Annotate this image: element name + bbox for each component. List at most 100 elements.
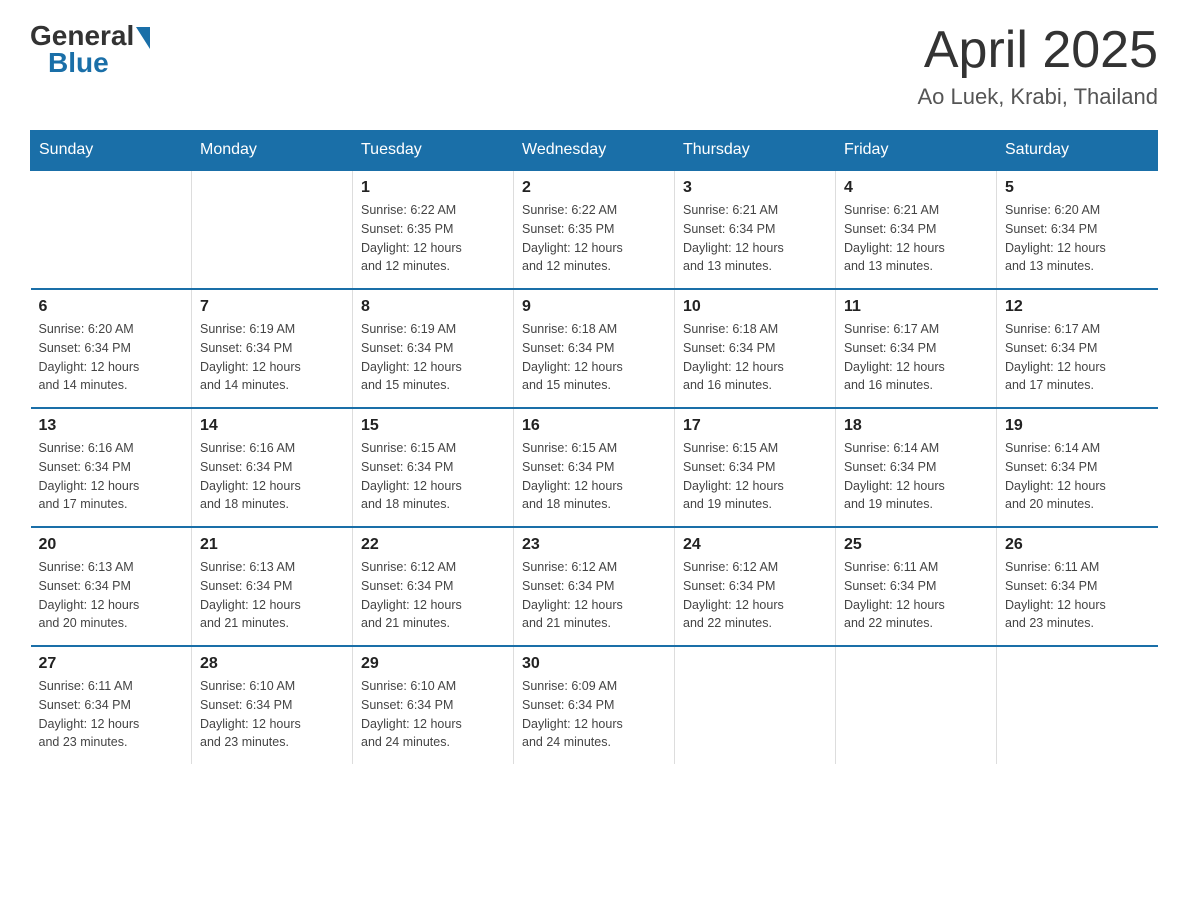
title-block: April 2025 Ao Luek, Krabi, Thailand [917, 20, 1158, 110]
day-info: Sunrise: 6:20 AMSunset: 6:34 PMDaylight:… [39, 320, 184, 395]
calendar-cell: 18 Sunrise: 6:14 AMSunset: 6:34 PMDayligh… [836, 408, 997, 527]
calendar-cell: 6 Sunrise: 6:20 AMSunset: 6:34 PMDaylight… [31, 289, 192, 408]
calendar-table: SundayMondayTuesdayWednesdayThursdayFrid… [30, 130, 1158, 764]
day-info: Sunrise: 6:15 AMSunset: 6:34 PMDaylight:… [522, 439, 666, 514]
calendar-week-row-1: 6 Sunrise: 6:20 AMSunset: 6:34 PMDaylight… [31, 289, 1158, 408]
calendar-cell: 25Sunrise: 6:11 AMSunset: 6:34 PMDayligh… [836, 527, 997, 646]
day-info: Sunrise: 6:09 AMSunset: 6:34 PMDaylight:… [522, 677, 666, 752]
calendar-header-saturday: Saturday [997, 131, 1158, 171]
day-info: Sunrise: 6:14 AMSunset: 6:34 PMDaylight:… [1005, 439, 1150, 514]
day-number: 22 [361, 536, 505, 554]
logo-triangle-icon [136, 27, 150, 49]
day-info: Sunrise: 6:21 AMSunset: 6:34 PMDaylight:… [844, 201, 988, 276]
day-number: 12 [1005, 298, 1150, 316]
calendar-cell: 27 Sunrise: 6:11 AMSunset: 6:34 PMDayligh… [31, 646, 192, 764]
calendar-cell [192, 170, 353, 289]
day-number: 21 [200, 536, 344, 554]
day-info: Sunrise: 6:11 AMSunset: 6:34 PMDaylight:… [1005, 558, 1150, 633]
day-number: 23 [522, 536, 666, 554]
day-info: Sunrise: 6:10 AMSunset: 6:34 PMDaylight:… [361, 677, 505, 752]
day-number: 8 [361, 298, 505, 316]
day-number: 4 [844, 179, 988, 197]
calendar-header-thursday: Thursday [675, 131, 836, 171]
calendar-cell: 17 Sunrise: 6:15 AMSunset: 6:34 PMDayligh… [675, 408, 836, 527]
day-number: 1 [361, 179, 505, 197]
day-number: 11 [844, 298, 988, 316]
location-title: Ao Luek, Krabi, Thailand [917, 84, 1158, 110]
day-number: 9 [522, 298, 666, 316]
day-info: Sunrise: 6:11 AMSunset: 6:34 PMDaylight:… [844, 558, 988, 633]
day-info: Sunrise: 6:20 AMSunset: 6:34 PMDaylight:… [1005, 201, 1150, 276]
day-info: Sunrise: 6:19 AMSunset: 6:34 PMDaylight:… [361, 320, 505, 395]
calendar-cell: 4 Sunrise: 6:21 AMSunset: 6:34 PMDaylight… [836, 170, 997, 289]
calendar-cell [31, 170, 192, 289]
calendar-cell: 3 Sunrise: 6:21 AMSunset: 6:34 PMDaylight… [675, 170, 836, 289]
calendar-cell [836, 646, 997, 764]
day-info: Sunrise: 6:15 AMSunset: 6:34 PMDaylight:… [683, 439, 827, 514]
calendar-cell: 15Sunrise: 6:15 AMSunset: 6:34 PMDayligh… [353, 408, 514, 527]
day-number: 24 [683, 536, 827, 554]
calendar-cell: 24Sunrise: 6:12 AMSunset: 6:34 PMDayligh… [675, 527, 836, 646]
day-number: 15 [361, 417, 505, 435]
day-info: Sunrise: 6:14 AMSunset: 6:34 PMDaylight:… [844, 439, 988, 514]
day-info: Sunrise: 6:16 AMSunset: 6:34 PMDaylight:… [39, 439, 184, 514]
day-number: 20 [39, 536, 184, 554]
calendar-cell: 10 Sunrise: 6:18 AMSunset: 6:34 PMDayligh… [675, 289, 836, 408]
calendar-week-row-3: 20 Sunrise: 6:13 AMSunset: 6:34 PMDayligh… [31, 527, 1158, 646]
calendar-cell: 29 Sunrise: 6:10 AMSunset: 6:34 PMDayligh… [353, 646, 514, 764]
calendar-cell: 12 Sunrise: 6:17 AMSunset: 6:34 PMDayligh… [997, 289, 1158, 408]
day-info: Sunrise: 6:17 AMSunset: 6:34 PMDaylight:… [1005, 320, 1150, 395]
calendar-week-row-2: 13 Sunrise: 6:16 AMSunset: 6:34 PMDayligh… [31, 408, 1158, 527]
calendar-header-sunday: Sunday [31, 131, 192, 171]
calendar-cell: 20 Sunrise: 6:13 AMSunset: 6:34 PMDayligh… [31, 527, 192, 646]
calendar-cell: 26Sunrise: 6:11 AMSunset: 6:34 PMDayligh… [997, 527, 1158, 646]
calendar-cell: 1 Sunrise: 6:22 AMSunset: 6:35 PMDaylight… [353, 170, 514, 289]
day-info: Sunrise: 6:12 AMSunset: 6:34 PMDaylight:… [522, 558, 666, 633]
logo-blue-text: Blue [48, 47, 109, 79]
day-info: Sunrise: 6:13 AMSunset: 6:34 PMDaylight:… [39, 558, 184, 633]
day-info: Sunrise: 6:13 AMSunset: 6:34 PMDaylight:… [200, 558, 344, 633]
day-number: 28 [200, 655, 344, 673]
day-number: 16 [522, 417, 666, 435]
calendar-cell: 11 Sunrise: 6:17 AMSunset: 6:34 PMDayligh… [836, 289, 997, 408]
day-number: 10 [683, 298, 827, 316]
day-number: 30 [522, 655, 666, 673]
calendar-header-tuesday: Tuesday [353, 131, 514, 171]
day-info: Sunrise: 6:22 AMSunset: 6:35 PMDaylight:… [522, 201, 666, 276]
month-title: April 2025 [917, 20, 1158, 80]
calendar-cell: 7 Sunrise: 6:19 AMSunset: 6:34 PMDaylight… [192, 289, 353, 408]
calendar-header-friday: Friday [836, 131, 997, 171]
calendar-week-row-0: 1 Sunrise: 6:22 AMSunset: 6:35 PMDaylight… [31, 170, 1158, 289]
calendar-cell: 13 Sunrise: 6:16 AMSunset: 6:34 PMDayligh… [31, 408, 192, 527]
logo: General Blue [30, 20, 150, 79]
day-info: Sunrise: 6:21 AMSunset: 6:34 PMDaylight:… [683, 201, 827, 276]
day-number: 2 [522, 179, 666, 197]
calendar-header-row: SundayMondayTuesdayWednesdayThursdayFrid… [31, 131, 1158, 171]
day-info: Sunrise: 6:11 AMSunset: 6:34 PMDaylight:… [39, 677, 184, 752]
day-number: 17 [683, 417, 827, 435]
calendar-header-monday: Monday [192, 131, 353, 171]
day-number: 29 [361, 655, 505, 673]
calendar-cell: 23 Sunrise: 6:12 AMSunset: 6:34 PMDayligh… [514, 527, 675, 646]
calendar-cell: 21 Sunrise: 6:13 AMSunset: 6:34 PMDayligh… [192, 527, 353, 646]
calendar-week-row-4: 27 Sunrise: 6:11 AMSunset: 6:34 PMDayligh… [31, 646, 1158, 764]
calendar-cell: 8 Sunrise: 6:19 AMSunset: 6:34 PMDaylight… [353, 289, 514, 408]
day-info: Sunrise: 6:22 AMSunset: 6:35 PMDaylight:… [361, 201, 505, 276]
day-info: Sunrise: 6:18 AMSunset: 6:34 PMDaylight:… [683, 320, 827, 395]
day-number: 7 [200, 298, 344, 316]
day-number: 6 [39, 298, 184, 316]
calendar-cell [997, 646, 1158, 764]
calendar-cell: 2 Sunrise: 6:22 AMSunset: 6:35 PMDaylight… [514, 170, 675, 289]
calendar-cell: 30 Sunrise: 6:09 AMSunset: 6:34 PMDayligh… [514, 646, 675, 764]
day-number: 18 [844, 417, 988, 435]
day-info: Sunrise: 6:17 AMSunset: 6:34 PMDaylight:… [844, 320, 988, 395]
day-number: 3 [683, 179, 827, 197]
day-info: Sunrise: 6:12 AMSunset: 6:34 PMDaylight:… [361, 558, 505, 633]
calendar-header-wednesday: Wednesday [514, 131, 675, 171]
day-number: 19 [1005, 417, 1150, 435]
day-info: Sunrise: 6:16 AMSunset: 6:34 PMDaylight:… [200, 439, 344, 514]
day-number: 27 [39, 655, 184, 673]
day-info: Sunrise: 6:19 AMSunset: 6:34 PMDaylight:… [200, 320, 344, 395]
day-number: 13 [39, 417, 184, 435]
calendar-cell: 28Sunrise: 6:10 AMSunset: 6:34 PMDayligh… [192, 646, 353, 764]
